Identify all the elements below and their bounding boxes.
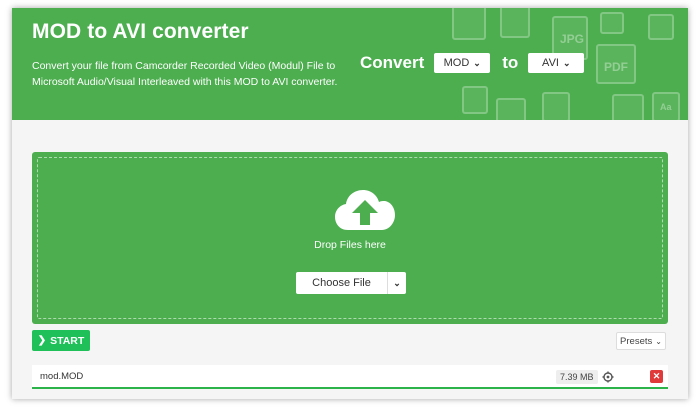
chevron-right-icon: ❯: [37, 335, 47, 346]
chart-icon: [648, 14, 674, 40]
chevron-down-icon: ⌄: [393, 277, 401, 288]
converter-window: JPG PDF Aa MOD to AVI converter Convert …: [12, 8, 688, 399]
chevron-down-icon: ⌄: [562, 57, 571, 68]
page-title: MOD to AVI converter: [32, 20, 249, 43]
chart-file-icon: [496, 98, 526, 120]
chevron-down-icon: ⌄: [655, 336, 662, 346]
drop-files-text: Drop Files here: [314, 239, 386, 251]
cloud-upload-icon[interactable]: [334, 188, 396, 234]
convert-label: Convert: [360, 53, 425, 72]
close-icon: ✕: [652, 371, 661, 381]
file-icon: [500, 8, 530, 38]
choose-file-dropdown[interactable]: ⌄: [388, 272, 406, 294]
to-label: to: [502, 53, 519, 72]
chevron-down-icon: ⌄: [473, 57, 481, 68]
choose-file-button[interactable]: Choose File: [296, 272, 388, 294]
file-icon: [462, 86, 488, 114]
settings-icon[interactable]: [602, 371, 614, 383]
delete-file-button[interactable]: ✕: [650, 370, 663, 383]
file-icon: [452, 8, 486, 40]
font-label: Aa: [660, 102, 672, 112]
from-format-value: MOD: [443, 57, 470, 69]
page-description: Convert your file from Camcorder Recorde…: [32, 60, 338, 88]
video-file-icon: [542, 92, 570, 120]
dropzone-border: [37, 157, 663, 319]
start-button[interactable]: ❯ START: [32, 330, 90, 351]
choose-file-group: Choose File ⌄: [296, 272, 406, 294]
presets-button[interactable]: Presets ⌄: [616, 332, 666, 350]
start-label: START: [50, 334, 85, 347]
from-format-select[interactable]: MOD ⌄: [434, 53, 491, 73]
image-icon: [600, 12, 624, 34]
to-format-select[interactable]: AVI ⌄: [528, 53, 585, 73]
jpg-label: JPG: [560, 32, 585, 46]
page-header: JPG PDF Aa MOD to AVI converter Convert …: [12, 8, 688, 120]
file-list-item: mod.MOD 7.39 MB ✕: [32, 365, 668, 389]
file-icon: [612, 94, 644, 120]
file-dropzone[interactable]: Drop Files here Choose File ⌄: [32, 152, 668, 324]
file-name: mod.MOD: [40, 371, 84, 382]
file-size-badge: 7.39 MB: [556, 370, 598, 384]
to-format-value: AVI: [542, 57, 559, 69]
pdf-label: PDF: [604, 60, 628, 74]
presets-label: Presets: [620, 335, 653, 347]
format-selector: Convert MOD ⌄ to AVI ⌄: [360, 52, 585, 74]
